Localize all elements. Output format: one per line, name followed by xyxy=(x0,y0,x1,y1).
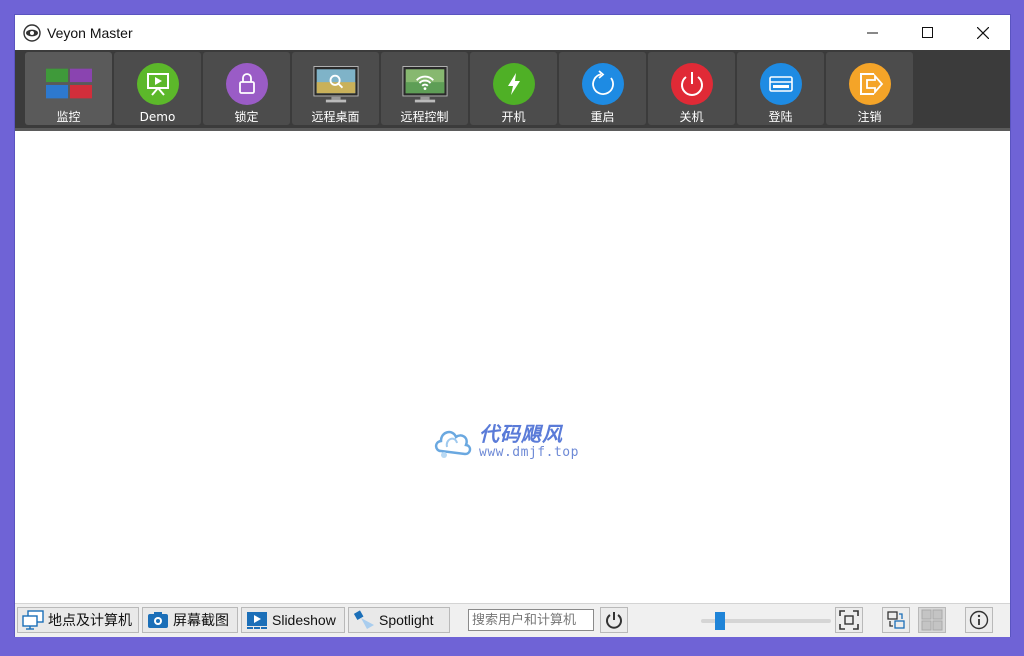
computer-view-area[interactable]: 代码飓风 www.dmjf.top xyxy=(15,131,1010,603)
about-button[interactable] xyxy=(965,607,993,633)
cloud-logo-icon xyxy=(434,430,472,458)
watermark-title: 代码飓风 xyxy=(479,421,563,446)
lock-label: 锁定 xyxy=(234,110,259,124)
minimize-button[interactable] xyxy=(845,15,900,50)
close-button[interactable] xyxy=(955,15,1010,50)
swap-icon xyxy=(887,611,905,629)
watermark-url: www.dmjf.top xyxy=(479,444,579,460)
demo-button[interactable]: Demo xyxy=(114,52,201,125)
veyon-eye-icon xyxy=(23,23,41,42)
grid-layout-button[interactable] xyxy=(918,607,946,633)
maximize-icon xyxy=(922,27,933,38)
power-filter-button[interactable] xyxy=(600,607,628,633)
spotlight-button[interactable]: Spotlight xyxy=(348,607,450,633)
remote-control-button[interactable]: 远程控制 xyxy=(381,52,468,125)
remote-view-button[interactable]: 远程桌面 xyxy=(292,52,379,125)
monitoring-button[interactable]: 监控 xyxy=(25,52,112,125)
remote-control-icon xyxy=(401,66,448,103)
power-on-label: 开机 xyxy=(501,110,526,124)
spotlight-label: Spotlight xyxy=(379,612,434,628)
minimize-icon xyxy=(867,32,878,34)
power-on-button[interactable]: 开机 xyxy=(470,52,557,125)
zoom-slider-thumb[interactable] xyxy=(715,612,725,630)
title-bar: Veyon Master xyxy=(15,15,1010,50)
remote-view-label: 远程桌面 xyxy=(311,110,360,124)
maximize-button[interactable] xyxy=(900,15,955,50)
shutdown-label: 关机 xyxy=(679,110,704,124)
monitoring-label: 监控 xyxy=(56,110,81,124)
grid-icon xyxy=(921,609,943,631)
remote-view-icon xyxy=(312,66,359,103)
slideshow-icon xyxy=(247,612,267,629)
swap-computers-button[interactable] xyxy=(882,607,910,633)
shutdown-button[interactable]: 关机 xyxy=(648,52,735,125)
logoff-icon xyxy=(848,63,891,105)
power-icon xyxy=(606,612,622,629)
locations-computers-label: 地点及计算机 xyxy=(48,612,132,628)
camera-icon xyxy=(148,612,168,628)
info-icon xyxy=(969,610,989,630)
logon-button[interactable]: 登陆 xyxy=(737,52,824,125)
app-window: Veyon Master 监控 Demo 锁定 远程桌面 远程控制 开机 重启 … xyxy=(14,14,1011,637)
reboot-button[interactable]: 重启 xyxy=(559,52,646,125)
slideshow-button[interactable]: Slideshow xyxy=(241,607,345,633)
computers-icon xyxy=(22,610,44,630)
shutdown-icon xyxy=(670,63,713,105)
logoff-button[interactable]: 注销 xyxy=(826,52,913,125)
lock-icon xyxy=(225,63,268,105)
fit-screen-icon xyxy=(839,610,859,630)
presentation-icon xyxy=(136,63,179,105)
reboot-label: 重启 xyxy=(590,110,615,124)
logon-label: 登陆 xyxy=(768,110,793,124)
spotlight-icon xyxy=(353,610,374,629)
slideshow-label: Slideshow xyxy=(272,612,336,628)
power-on-icon xyxy=(492,63,535,105)
lock-button[interactable]: 锁定 xyxy=(203,52,290,125)
status-bar: 地点及计算机 屏幕截图 Slideshow Spotlight 搜索用户和计算机 xyxy=(15,603,1010,637)
logoff-label: 注销 xyxy=(857,110,882,124)
auto-fit-button[interactable] xyxy=(835,607,863,633)
close-icon xyxy=(976,26,989,39)
watermark: 代码飓风 www.dmjf.top xyxy=(433,421,579,461)
locations-computers-button[interactable]: 地点及计算机 xyxy=(17,607,139,633)
demo-label: Demo xyxy=(139,110,176,124)
screenshots-button[interactable]: 屏幕截图 xyxy=(142,607,238,633)
window-title: Veyon Master xyxy=(47,24,133,41)
reboot-icon xyxy=(581,63,624,105)
main-toolbar: 监控 Demo 锁定 远程桌面 远程控制 开机 重启 关机 登陆 注销 xyxy=(15,50,1010,131)
logon-icon xyxy=(759,63,802,105)
remote-control-label: 远程控制 xyxy=(400,110,449,124)
search-input[interactable] xyxy=(468,609,594,631)
monitor-grid-icon xyxy=(45,68,92,99)
screenshots-label: 屏幕截图 xyxy=(173,612,229,628)
